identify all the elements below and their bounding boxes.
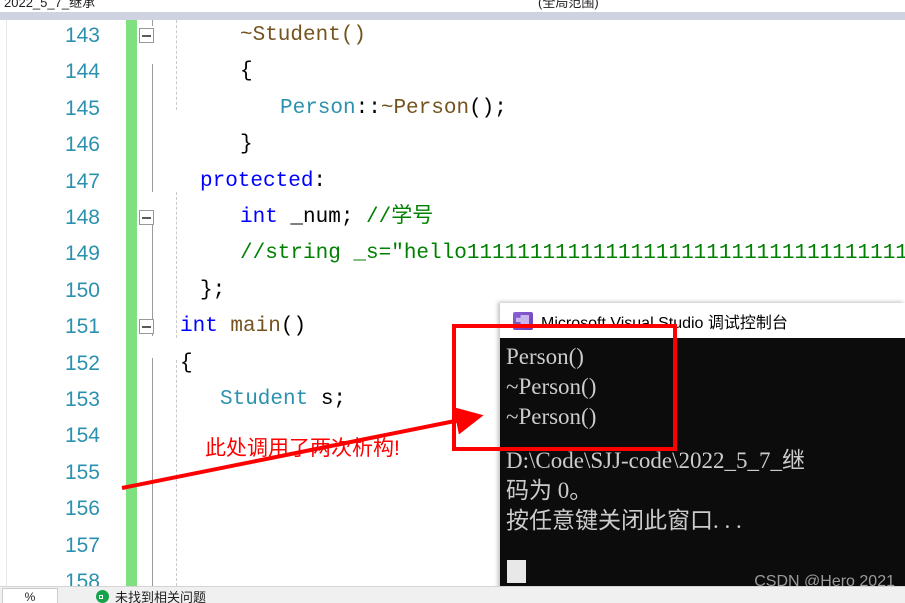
zoom-level-control[interactable]: % bbox=[2, 588, 58, 603]
code-token: }; bbox=[200, 278, 226, 302]
status-issues-label: 未找到相关问题 bbox=[115, 589, 207, 603]
code-token: : bbox=[313, 169, 327, 193]
annotation-note-label: 此处调用了两次析构! bbox=[205, 437, 400, 460]
code-token: main bbox=[230, 315, 281, 339]
code-token: int bbox=[180, 315, 218, 339]
code-token: int bbox=[240, 206, 278, 229]
navigation-bar-divider bbox=[0, 12, 905, 20]
console-exit-lines: D:\Code\SJJ-code\2022_5_7_继 码为 0。按任意键关闭此窗… bbox=[506, 446, 905, 536]
console-line: Person() bbox=[506, 344, 584, 369]
code-text: }; bbox=[200, 273, 225, 309]
code-token: () bbox=[280, 315, 307, 339]
code-token: } bbox=[240, 133, 253, 157]
debug-console-window[interactable]: Microsoft Visual Studio 调试控制台 Person() ~P… bbox=[500, 303, 905, 603]
scope-selector-right-label: (全局范围) bbox=[538, 0, 599, 10]
scope-selector-right[interactable]: (全局范围) bbox=[516, 0, 905, 12]
code-token: _num; bbox=[277, 206, 367, 229]
code-text: { bbox=[180, 346, 193, 382]
console-output-lines: Person() ~Person() ~Person() bbox=[506, 342, 905, 432]
code-line[interactable]: 143 ~Student() bbox=[0, 20, 905, 54]
console-line: D:\Code\SJJ-code\2022_5_7_继 bbox=[506, 448, 805, 473]
code-token: (); bbox=[469, 96, 507, 120]
console-spacer bbox=[506, 432, 905, 446]
code-text: protected: bbox=[200, 164, 326, 200]
console-cursor bbox=[507, 560, 526, 583]
code-line[interactable]: 146} bbox=[0, 127, 905, 163]
code-token: //string _s="hello1111111111111111111111… bbox=[240, 242, 905, 266]
code-text: int main() bbox=[180, 309, 306, 345]
check-circle-icon bbox=[96, 589, 109, 603]
line-number: 147 bbox=[64, 169, 100, 193]
code-token: ~Person bbox=[380, 96, 470, 120]
line-number: 158 bbox=[64, 570, 100, 586]
collapse-toggle-icon[interactable] bbox=[139, 28, 154, 43]
line-number: 152 bbox=[64, 351, 100, 375]
console-title-label: Microsoft Visual Studio 调试控制台 bbox=[541, 314, 788, 332]
code-text: { bbox=[240, 54, 253, 90]
vs-editor-screenshot: 2022_5_7_继承 (全局范围) 143 ~Student() 144 {145 P… bbox=[0, 0, 905, 603]
code-token: Student bbox=[220, 388, 309, 411]
console-output: Person() ~Person() ~Person() D:\Code\SJJ-c… bbox=[500, 338, 905, 603]
console-line: ~Person() bbox=[506, 404, 597, 429]
line-number: 153 bbox=[64, 388, 100, 411]
line-number: 148 bbox=[64, 206, 100, 229]
code-token: s; bbox=[308, 388, 347, 411]
scope-selector-left-label: 2022_5_7_继承 bbox=[4, 0, 96, 10]
line-number: 144 bbox=[64, 60, 100, 84]
code-text: ~Student() bbox=[240, 20, 366, 54]
visual-studio-icon bbox=[513, 311, 533, 330]
line-number: 145 bbox=[64, 96, 100, 120]
line-number: 156 bbox=[64, 497, 100, 521]
code-token: { bbox=[240, 60, 253, 84]
code-token: protected bbox=[200, 169, 314, 193]
collapse-toggle-icon[interactable] bbox=[139, 319, 154, 335]
line-number: 146 bbox=[64, 133, 100, 157]
status-issues-item[interactable]: 未找到相关问题 bbox=[96, 588, 206, 603]
code-line[interactable]: 147 protected: bbox=[0, 164, 905, 200]
code-line[interactable]: 144 { bbox=[0, 54, 905, 90]
line-number: 149 bbox=[64, 242, 100, 266]
code-token: Person bbox=[280, 96, 356, 120]
code-token: //学号 bbox=[366, 206, 434, 229]
line-number: 151 bbox=[64, 315, 100, 339]
collapse-toggle-icon[interactable] bbox=[139, 210, 154, 225]
code-text: Person::~Person(); bbox=[280, 91, 507, 127]
code-token: :: bbox=[355, 96, 381, 120]
code-text: Student s; bbox=[220, 382, 346, 418]
status-bar: % 未找到相关问题 bbox=[0, 586, 905, 603]
code-text: int _num; //学号 bbox=[240, 200, 433, 236]
code-line[interactable]: 149 //string _s="hello1111111111111111111… bbox=[0, 236, 905, 272]
line-number: 154 bbox=[64, 424, 100, 448]
line-number: 150 bbox=[64, 278, 100, 302]
code-text: //string _s="hello1111111111111111111111… bbox=[240, 236, 905, 272]
line-number: 155 bbox=[64, 460, 100, 484]
code-line[interactable]: 148 int _num; //学号 bbox=[0, 200, 905, 236]
code-line[interactable]: 145 Person::~Person(); bbox=[0, 91, 905, 127]
console-line: ~Person() bbox=[506, 374, 597, 399]
code-token: ~Student() bbox=[240, 24, 367, 47]
console-line: 按任意键关闭此窗口. . . bbox=[506, 508, 742, 533]
line-number: 157 bbox=[64, 533, 100, 557]
code-text: } bbox=[240, 127, 253, 163]
code-token: { bbox=[180, 351, 193, 375]
line-number: 143 bbox=[64, 24, 100, 47]
console-line: 码为 0。 bbox=[506, 478, 593, 503]
console-title-bar[interactable]: Microsoft Visual Studio 调试控制台 bbox=[500, 303, 905, 339]
